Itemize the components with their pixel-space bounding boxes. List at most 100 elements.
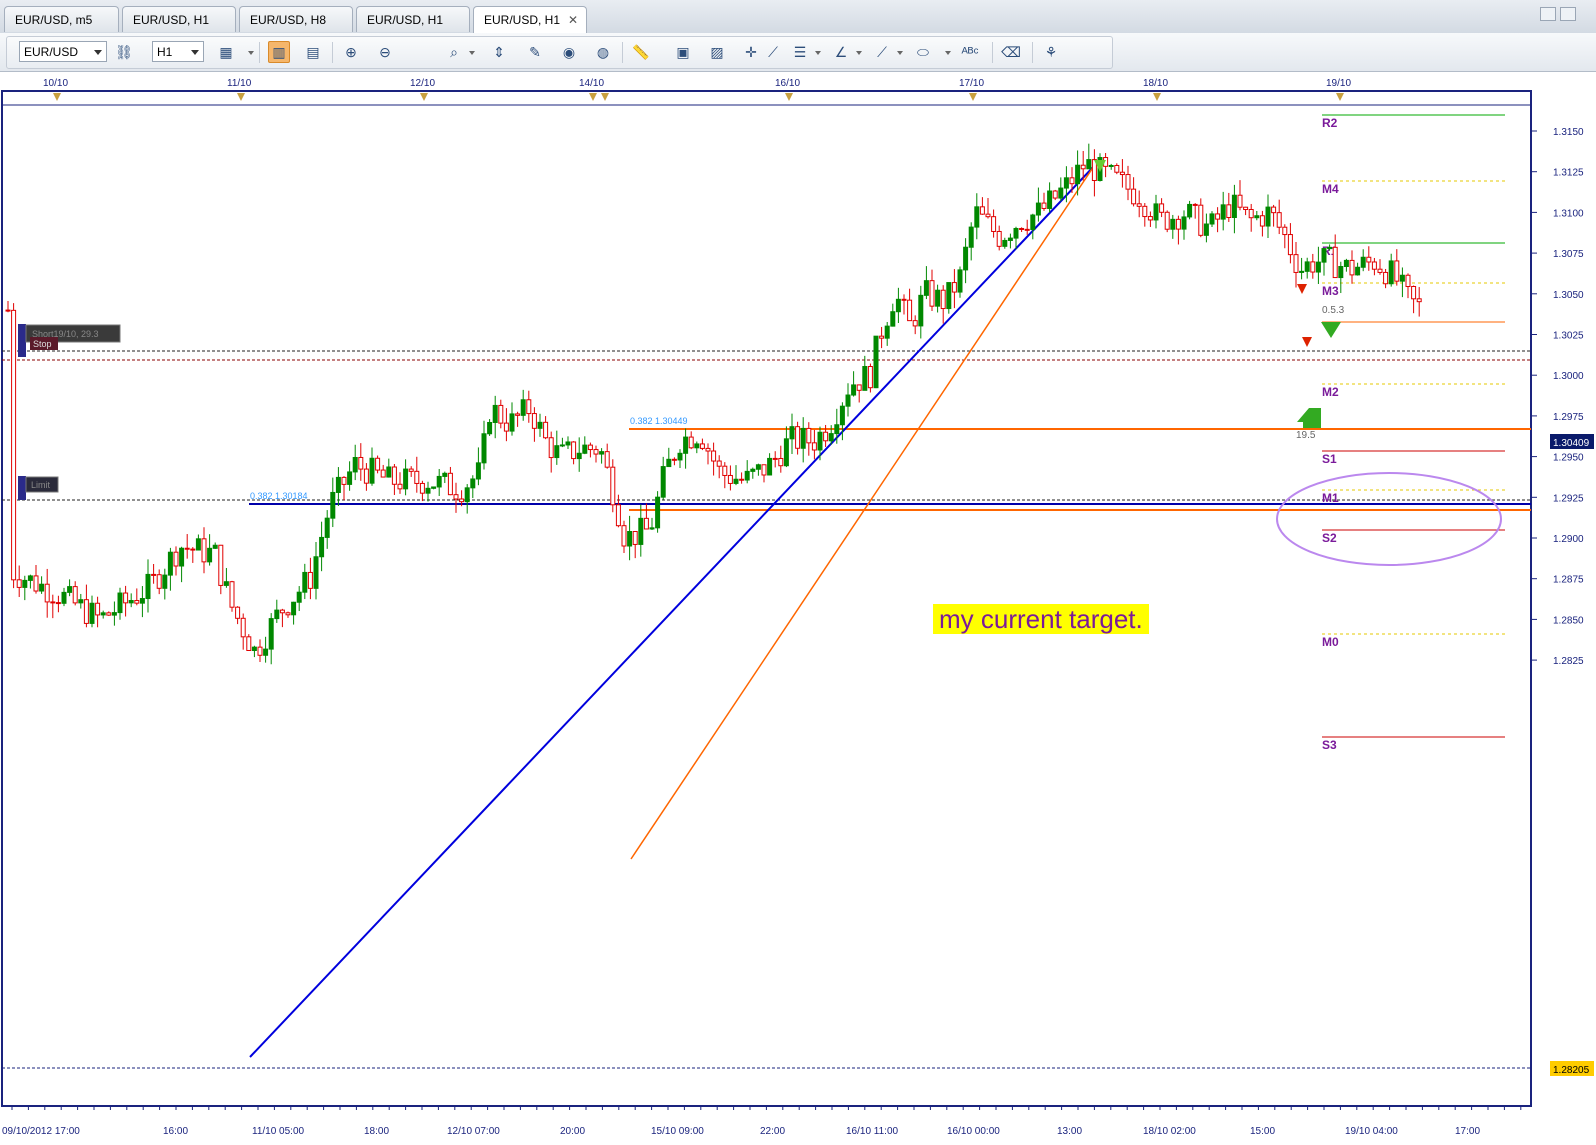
tab-label: EUR/USD, H1: [367, 13, 444, 27]
top-date-label: 11/10: [227, 78, 252, 89]
top-date-label: 16/10: [775, 78, 800, 89]
candlestick-icon[interactable]: ▥: [268, 41, 290, 63]
candle-body: [716, 460, 722, 467]
chart-type-icon[interactable]: ▦: [215, 41, 237, 63]
candle-body: [935, 289, 941, 307]
candle-body: [694, 443, 700, 449]
candle-body: [100, 612, 106, 616]
tab-bar: EUR/USD, m5 EUR/USD, H1 EUR/USD, H8 EUR/…: [0, 0, 1596, 34]
candle-body: [1327, 246, 1333, 250]
candle-body: [621, 525, 627, 547]
horizontal-lines-icon[interactable]: ☰: [789, 41, 811, 63]
candle-body: [492, 404, 498, 423]
candle-body: [705, 447, 711, 452]
eye-icon[interactable]: ◉: [558, 41, 580, 63]
candle-body: [643, 517, 649, 530]
zoom-out-icon[interactable]: ⊖: [374, 41, 396, 63]
close-tab-icon[interactable]: ✕: [568, 7, 578, 33]
candle-body: [55, 602, 61, 605]
picture-icon[interactable]: ▣: [672, 41, 694, 63]
chevron-down-icon[interactable]: [248, 51, 254, 55]
tab-eurusd-h1-b[interactable]: EUR/USD, H1: [356, 6, 470, 32]
chart-canvas[interactable]: 10/10 11/10 12/10 14/10 16/10 17/10 18/10 19/10…: [0, 72, 1596, 1142]
candle-body: [498, 404, 504, 424]
maximize-icon[interactable]: [1560, 7, 1576, 21]
pivot-label: S2: [1322, 531, 1337, 545]
angle-icon[interactable]: ∠: [830, 41, 852, 63]
candle-body: [985, 213, 991, 218]
tab-eurusd-m5[interactable]: EUR/USD, m5: [4, 6, 119, 32]
candle-body: [459, 498, 465, 503]
link-icon[interactable]: ⛓: [113, 41, 135, 63]
fib-blue-label: 0.382 1.30184: [250, 491, 308, 501]
chevron-down-icon[interactable]: [469, 51, 475, 55]
candle-body: [543, 421, 549, 439]
current-price-text: 1.30409: [1553, 438, 1590, 449]
timeframe-select[interactable]: H1: [152, 41, 204, 62]
ruler-icon[interactable]: 📏: [630, 41, 652, 63]
candle-body: [1080, 164, 1086, 170]
trend-line-icon[interactable]: ⟋: [871, 41, 893, 63]
candle-body: [151, 573, 157, 576]
properties-icon[interactable]: ✎: [524, 41, 546, 63]
time-label: 09/10/2012 17:00: [2, 1126, 80, 1137]
candle-body: [1035, 202, 1041, 216]
chevron-down-icon[interactable]: [945, 51, 951, 55]
candle-body: [1405, 274, 1411, 288]
candle-body: [929, 280, 935, 307]
text-icon[interactable]: ᴬᴮᶜ: [959, 41, 981, 63]
crosshair-icon[interactable]: ✛: [740, 41, 762, 63]
candle-body: [739, 478, 745, 481]
candle-body: [1159, 203, 1165, 213]
symbol-select[interactable]: EUR/USD: [19, 41, 107, 62]
globe-icon[interactable]: ◍: [592, 41, 614, 63]
fibonacci-icon[interactable]: ⟋: [762, 41, 784, 63]
candle-body: [1119, 171, 1125, 176]
tab-eurusd-h8[interactable]: EUR/USD, H8: [239, 6, 353, 32]
candle-body: [1013, 227, 1019, 239]
date-marker-icon: [53, 93, 61, 101]
candle-body: [912, 320, 918, 327]
eraser-icon[interactable]: ⌫: [1000, 41, 1022, 63]
candle-body: [431, 486, 437, 489]
tab-eurusd-h1-active[interactable]: EUR/USD, H1 ✕: [473, 6, 587, 33]
candle-body: [856, 384, 862, 391]
hierarchy-icon[interactable]: ⚘: [1040, 41, 1062, 63]
candle-body: [1187, 203, 1193, 218]
candle-body: [375, 457, 381, 471]
date-marker-icon: [969, 93, 977, 101]
candle-body: [1332, 246, 1338, 279]
zoom-area-icon[interactable]: ⌕: [443, 41, 465, 63]
candle-body: [145, 573, 151, 600]
chevron-down-icon: [94, 50, 102, 55]
signal-label-upper: 0.5.3: [1322, 305, 1345, 316]
candle-body: [313, 556, 319, 589]
chevron-down-icon[interactable]: [815, 51, 821, 55]
candle-body: [733, 478, 739, 484]
chevron-down-icon[interactable]: [897, 51, 903, 55]
top-date-label: 18/10: [1143, 78, 1168, 89]
candle-body: [1058, 187, 1064, 199]
indicator-window-icon[interactable]: ▨: [706, 41, 728, 63]
candle-body: [67, 586, 73, 593]
candle-body: [285, 612, 291, 616]
zoom-in-icon[interactable]: ⊕: [340, 41, 362, 63]
time-label: 17:00: [1455, 1126, 1480, 1137]
price-label: 1.2900: [1553, 534, 1584, 545]
pivot-label: M4: [1322, 182, 1339, 196]
chevron-down-icon[interactable]: [856, 51, 862, 55]
price-chart[interactable]: 10/10 11/10 12/10 14/10 16/10 17/10 18/10 19/10…: [0, 72, 1596, 1142]
tab-eurusd-h1-a[interactable]: EUR/USD, H1: [122, 6, 236, 32]
signal-label-lower: 19.5: [1296, 430, 1316, 441]
candle-body: [296, 591, 302, 603]
candle-body: [946, 282, 952, 310]
bar-chart-icon[interactable]: ▤: [302, 41, 324, 63]
candle-body: [251, 646, 257, 651]
time-label: 15:00: [1250, 1126, 1275, 1137]
auto-scroll-icon[interactable]: ⇕: [488, 41, 510, 63]
candle-body: [1220, 204, 1226, 220]
time-label: 18:00: [364, 1126, 389, 1137]
minimize-icon[interactable]: [1540, 7, 1556, 21]
ellipse-icon[interactable]: ⬭: [912, 41, 934, 63]
candle-body: [1170, 218, 1176, 230]
